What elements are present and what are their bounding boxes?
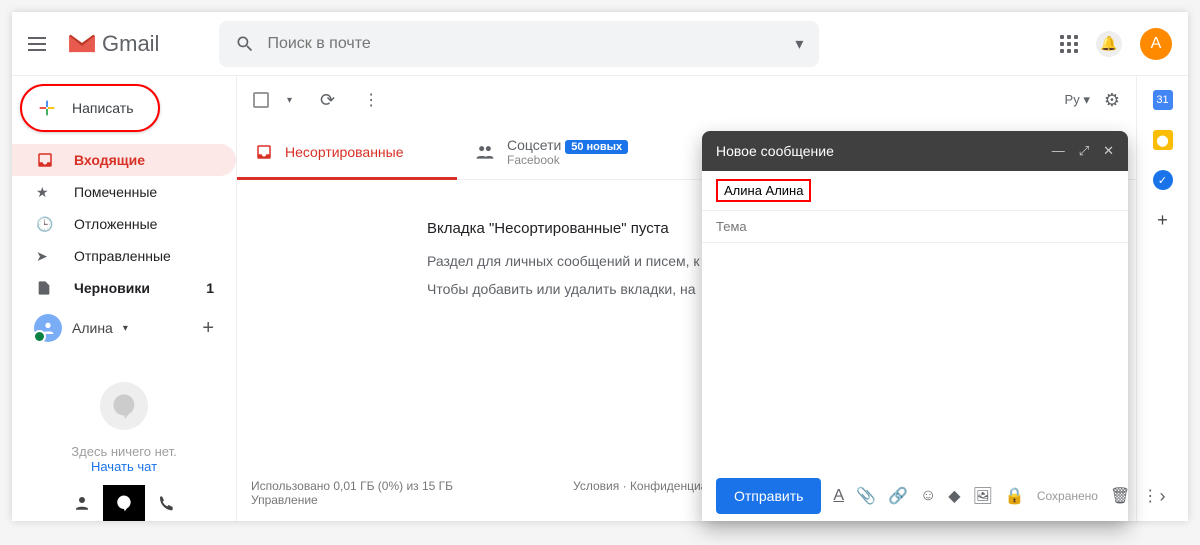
chevron-down-icon[interactable]: ▾ <box>287 95 292 106</box>
tab-label: Соцсети <box>507 137 561 153</box>
tab-sublabel: Facebook <box>507 153 628 167</box>
manage-link[interactable]: Управление <box>251 493 318 507</box>
confidential-icon[interactable]: 🔒 <box>1005 486 1025 506</box>
sidebar: Написать Входящие ★ Помеченные 🕒 Отложен… <box>12 76 236 521</box>
start-chat-link[interactable]: Начать чат <box>91 459 157 474</box>
plus-icon <box>36 97 58 119</box>
nav-label: Помеченные <box>74 184 157 200</box>
tab-primary[interactable]: Несортированные <box>237 124 457 179</box>
compose-button[interactable]: Написать <box>20 84 160 132</box>
contacts-tab[interactable] <box>61 485 103 521</box>
hangouts-bottom-tabs <box>12 485 236 521</box>
tasks-icon[interactable]: ✓ <box>1153 170 1173 190</box>
more-icon[interactable]: ⋮ <box>363 90 379 110</box>
storage-text: Использовано 0,01 ГБ (0%) из 15 ГБ <box>251 479 453 493</box>
inbox-icon <box>255 143 273 161</box>
select-all-checkbox[interactable] <box>253 92 269 108</box>
sidebar-item-drafts[interactable]: Черновики 1 <box>12 272 236 304</box>
discard-icon[interactable]: 🗑 <box>1110 486 1130 506</box>
user-avatar-icon <box>34 314 62 342</box>
expand-icon[interactable]: ⤢ <box>1079 143 1089 159</box>
hangouts-user[interactable]: Алина ▾ + <box>12 304 236 352</box>
keep-icon[interactable]: ⬤ <box>1153 130 1173 150</box>
sidepanel-toggle-icon[interactable]: › <box>1160 486 1166 507</box>
addons-icon[interactable]: + <box>1157 210 1168 231</box>
gmail-logo[interactable]: Gmail <box>68 31 159 57</box>
tab-badge: 50 новых <box>565 140 628 154</box>
more-icon[interactable]: ⋮ <box>1142 486 1158 506</box>
sidebar-item-starred[interactable]: ★ Помеченные <box>12 176 236 208</box>
compose-window: Новое сообщение — ⤢ ✕ Алина Алина Тема О… <box>702 131 1128 521</box>
formatting-icon[interactable]: A <box>833 487 844 505</box>
search-icon <box>235 34 255 54</box>
people-icon <box>475 142 495 162</box>
terms-link[interactable]: Условия <box>573 479 619 493</box>
compose-body[interactable] <box>702 243 1128 471</box>
chevron-down-icon: ▾ <box>123 323 128 334</box>
account-avatar[interactable]: A <box>1140 28 1172 60</box>
gmail-window: Gmail ▾ 🔔 A Написать Входящие <box>12 12 1188 521</box>
sidebar-item-snoozed[interactable]: 🕒 Отложенные <box>12 208 236 240</box>
compose-recipients[interactable]: Алина Алина <box>702 171 1128 211</box>
nav-label: Входящие <box>74 152 145 168</box>
user-name: Алина <box>72 320 113 336</box>
emoji-icon[interactable]: ☺ <box>920 487 936 505</box>
nav-label: Отложенные <box>74 216 157 232</box>
compose-title: Новое сообщение <box>716 143 834 159</box>
drive-icon[interactable]: ◆ <box>948 486 960 506</box>
search-input[interactable] <box>267 35 795 53</box>
sidebar-item-sent[interactable]: ➤ Отправленные <box>12 240 236 272</box>
search-bar[interactable]: ▾ <box>219 21 819 67</box>
apps-icon[interactable] <box>1060 35 1078 53</box>
calls-tab[interactable] <box>145 485 187 521</box>
hangouts-empty: Здесь ничего нет. Начать чат <box>12 382 236 474</box>
send-icon: ➤ <box>36 248 56 265</box>
nav-label: Черновики <box>74 280 150 296</box>
search-options-icon[interactable]: ▾ <box>795 34 803 54</box>
settings-icon[interactable]: ⚙ <box>1104 90 1120 111</box>
link-icon[interactable]: 🔗 <box>888 486 908 506</box>
mail-toolbar: ▾ ⟳ ⋮ Py ▾ ⚙ <box>237 76 1136 124</box>
calendar-icon[interactable]: 31 <box>1153 90 1173 110</box>
new-chat-icon[interactable]: + <box>202 317 214 340</box>
hangouts-empty-text: Здесь ничего нет. <box>12 444 236 459</box>
input-method[interactable]: Py ▾ <box>1065 92 1090 108</box>
hangouts-icon <box>100 382 148 430</box>
side-panel: 31 ⬤ ✓ + › <box>1136 76 1188 521</box>
topbar: Gmail ▾ 🔔 A <box>12 12 1188 76</box>
clock-icon: 🕒 <box>36 216 56 233</box>
recipient-chip[interactable]: Алина Алина <box>716 179 811 202</box>
refresh-icon[interactable]: ⟳ <box>320 90 335 111</box>
compose-header[interactable]: Новое сообщение — ⤢ ✕ <box>702 131 1128 171</box>
compose-subject[interactable]: Тема <box>702 211 1128 243</box>
notifications-icon[interactable]: 🔔 <box>1096 31 1122 57</box>
compose-footer: Отправить A 📎 🔗 ☺ ◆ 🖼 🔒 Сохранено 🗑 ⋮ <box>702 471 1128 521</box>
inbox-icon <box>36 151 56 169</box>
attach-icon[interactable]: 📎 <box>856 486 876 506</box>
send-button[interactable]: Отправить <box>716 478 821 514</box>
close-icon[interactable]: ✕ <box>1103 143 1114 159</box>
star-icon: ★ <box>36 184 56 201</box>
tab-social[interactable]: Соцсети 50 новых Facebook <box>457 124 677 179</box>
sidebar-item-inbox[interactable]: Входящие <box>12 144 236 176</box>
file-icon <box>36 280 56 296</box>
minimize-icon[interactable]: — <box>1052 143 1065 159</box>
image-icon[interactable]: 🖼 <box>973 486 993 506</box>
tab-label: Несортированные <box>285 144 404 160</box>
menu-icon[interactable] <box>28 32 52 56</box>
compose-label: Написать <box>72 100 133 116</box>
product-name: Gmail <box>102 31 159 57</box>
hangouts-tab[interactable] <box>103 485 145 521</box>
saved-status: Сохранено <box>1037 489 1098 503</box>
drafts-count: 1 <box>206 280 214 296</box>
nav-label: Отправленные <box>74 248 171 264</box>
